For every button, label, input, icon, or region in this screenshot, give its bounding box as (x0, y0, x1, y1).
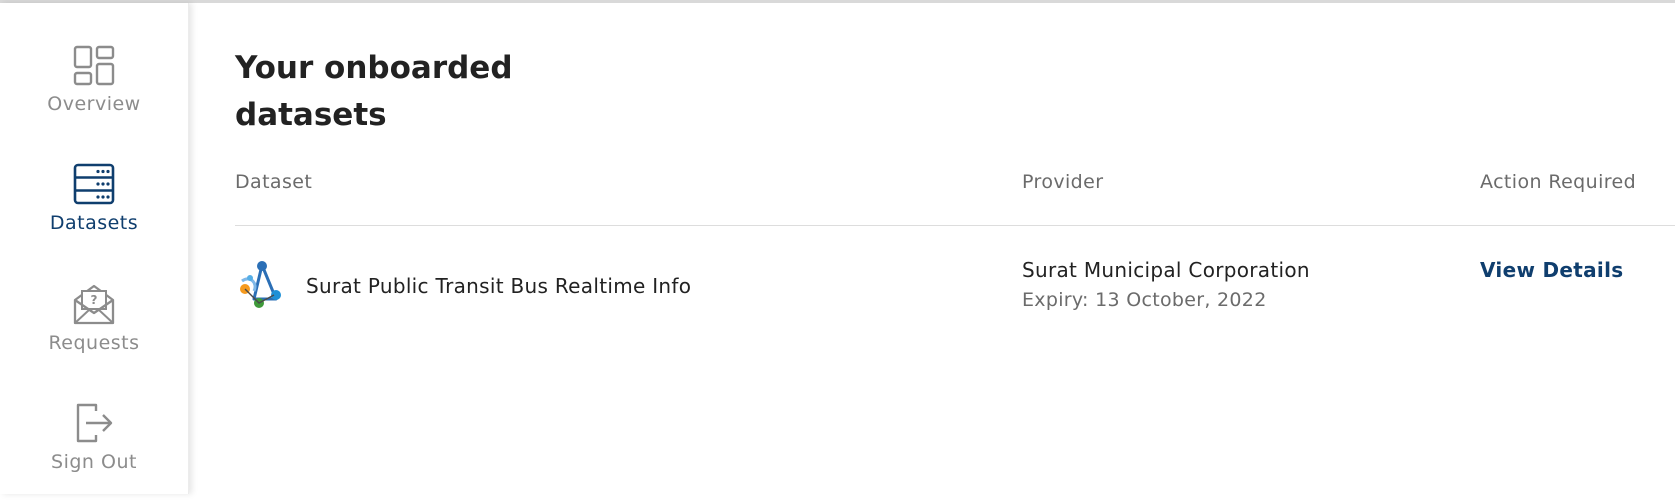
sidebar-item-label: Datasets (49, 212, 139, 234)
dataset-name: Surat Public Transit Bus Realtime Info (306, 274, 692, 298)
sign-out-icon (76, 403, 113, 443)
svg-text:?: ? (91, 293, 98, 307)
sidebar-item-sign-out[interactable]: Sign Out (0, 401, 188, 501)
sidebar-item-label: Sign Out (51, 451, 137, 473)
sidebar-item-datasets[interactable]: Datasets (0, 162, 188, 262)
table-header-divider (235, 225, 1675, 226)
sidebar: Overview Datasets ? Requests Sign Out (0, 3, 189, 494)
overview-grid-icon (73, 45, 115, 86)
sidebar-item-label: Overview (47, 93, 141, 115)
page-title: Your onboarded datasets (235, 50, 513, 133)
sidebar-item-overview[interactable]: Overview (0, 43, 188, 143)
sidebar-item-requests[interactable]: ? Requests (0, 282, 188, 382)
envelope-question-icon: ? (73, 284, 115, 325)
dataset-logo-icon (240, 261, 281, 308)
provider-name: Surat Municipal Corporation (1022, 258, 1310, 282)
main-content: Your onboarded datasets Dataset Provider… (235, 3, 1675, 494)
sidebar-item-label: Requests (48, 332, 140, 354)
column-header-dataset: Dataset (235, 171, 313, 193)
column-header-provider: Provider (1022, 171, 1104, 193)
server-rack-icon (73, 163, 115, 205)
column-header-action-required: Action Required (1480, 171, 1637, 193)
view-details-link[interactable]: View Details (1480, 258, 1623, 282)
expiry-date: Expiry: 13 October, 2022 (1022, 289, 1267, 311)
